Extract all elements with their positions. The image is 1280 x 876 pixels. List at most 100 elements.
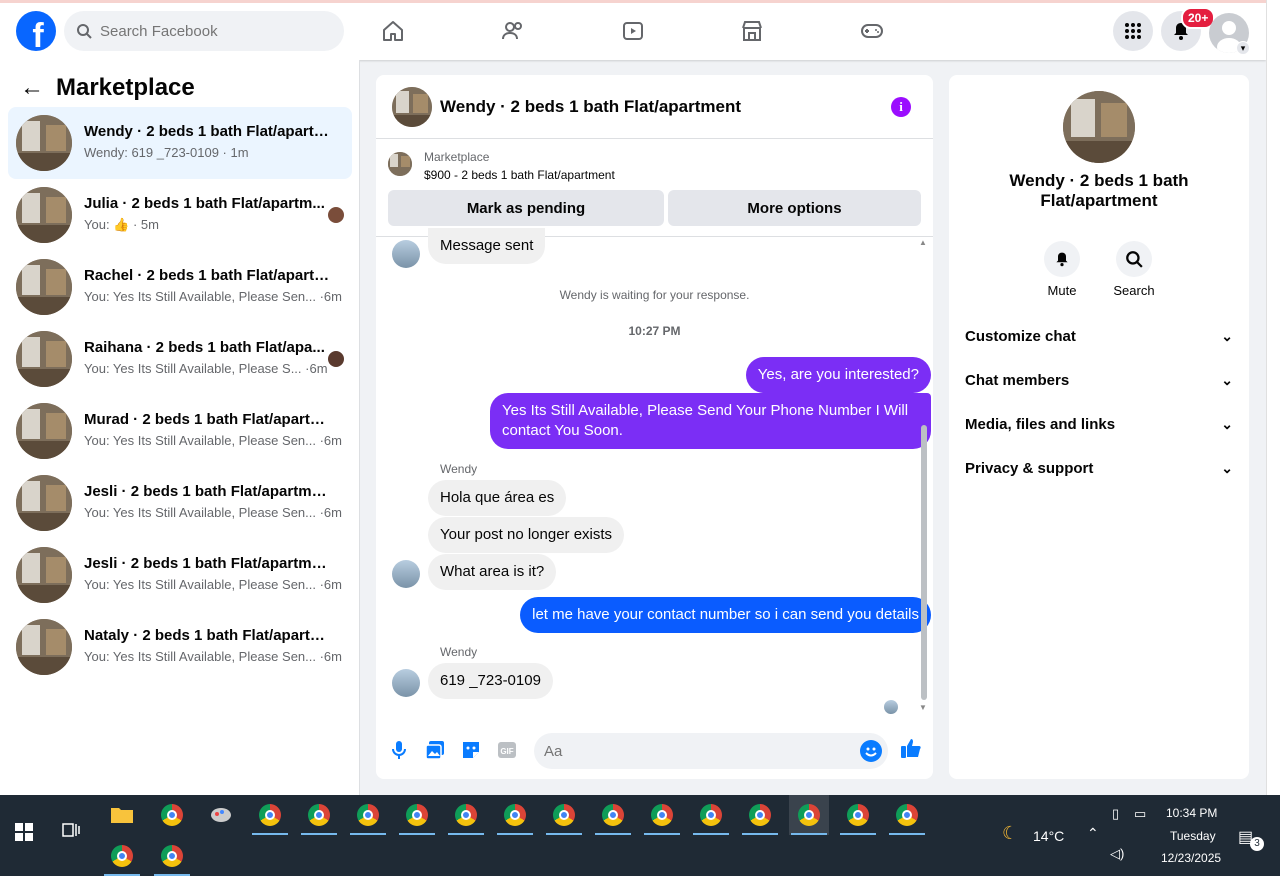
- conversation-preview: You: Yes Its Still Available, Please S..…: [84, 361, 328, 376]
- chat-members-row[interactable]: Chat members ⌄: [957, 358, 1241, 402]
- scroll-thumb[interactable]: [921, 425, 927, 700]
- file-explorer-icon[interactable]: [102, 795, 142, 835]
- video-icon[interactable]: [619, 17, 647, 45]
- temperature[interactable]: 14°C: [1033, 828, 1064, 844]
- back-arrow-icon[interactable]: ←: [20, 74, 56, 102]
- conversation-preview: Wendy: 619 _723-0109 · 1m: [84, 145, 249, 160]
- network-icon[interactable]: ▭: [1134, 806, 1146, 822]
- clock-time[interactable]: 10:34 PM: [1166, 806, 1217, 820]
- paint-icon[interactable]: [201, 795, 241, 835]
- photo-icon[interactable]: [424, 739, 446, 761]
- sender-name: Wendy: [440, 462, 478, 476]
- marketplace-icon[interactable]: [738, 17, 766, 45]
- chrome-profile-icon[interactable]: [102, 836, 142, 876]
- emoji-icon[interactable]: [860, 740, 882, 762]
- chrome-profile-icon[interactable]: [152, 836, 192, 876]
- conversation-item[interactable]: Julia · 2 beds 1 bath Flat/apartm... You…: [8, 179, 352, 251]
- marketplace-inbox-sidebar: ← Marketplace Wendy · 2 beds 1 bath Flat…: [0, 60, 360, 795]
- grid-icon: [1125, 23, 1141, 39]
- message-input[interactable]: [534, 733, 888, 769]
- volume-icon[interactable]: ◁): [1110, 846, 1124, 862]
- chrome-icon[interactable]: [152, 795, 192, 835]
- chrome-profile-icon[interactable]: [691, 795, 731, 835]
- chevron-up-icon[interactable]: ⌃: [1087, 825, 1099, 842]
- conversation-preview: You: 👍 · 5m: [84, 217, 159, 232]
- facebook-logo-letter: f: [32, 17, 44, 51]
- more-options-button[interactable]: More options: [668, 190, 921, 226]
- conversation-item[interactable]: Jesli · 2 beds 1 bath Flat/apartment You…: [8, 539, 352, 611]
- friends-icon[interactable]: [499, 17, 527, 45]
- search-box[interactable]: [64, 11, 344, 51]
- facebook-logo[interactable]: f: [16, 11, 56, 51]
- menu-grid-button[interactable]: [1113, 11, 1153, 51]
- clock-date[interactable]: 12/23/2025: [1161, 851, 1221, 865]
- conversation-item[interactable]: Rachel · 2 beds 1 bath Flat/apartm... Yo…: [8, 251, 352, 323]
- search-in-chat-button[interactable]: Search: [1104, 241, 1164, 298]
- device-icon[interactable]: ▯: [1112, 806, 1119, 822]
- chat-title: Wendy · 2 beds 1 bath Flat/apartment: [440, 96, 742, 116]
- chrome-profile-icon[interactable]: [740, 795, 780, 835]
- chevron-down-icon: ⌄: [1221, 415, 1233, 432]
- media-files-links-row[interactable]: Media, files and links ⌄: [957, 402, 1241, 446]
- home-icon[interactable]: [379, 17, 407, 45]
- microphone-icon[interactable]: [388, 739, 410, 761]
- conversation-item[interactable]: Jesli · 2 beds 1 bath Flat/apartment You…: [8, 467, 352, 539]
- search-label: Search: [1113, 283, 1155, 298]
- scroll-down-icon[interactable]: ▼: [919, 703, 927, 712]
- task-view-icon[interactable]: [62, 821, 80, 839]
- search-input[interactable]: [100, 22, 320, 40]
- sticker-icon[interactable]: [460, 739, 482, 761]
- conversation-title: Murad · 2 beds 1 bath Flat/apartm...: [84, 411, 332, 428]
- conversation-item[interactable]: Wendy · 2 beds 1 bath Flat/apartm... Wen…: [8, 107, 352, 179]
- info-icon[interactable]: i: [891, 97, 911, 117]
- gaming-icon[interactable]: [858, 17, 886, 45]
- conversation-item[interactable]: Raihana · 2 beds 1 bath Flat/apa... You:…: [8, 323, 352, 395]
- thumbs-up-icon[interactable]: [900, 737, 922, 759]
- details-title: Wendy · 2 beds 1 bath Flat/apartment: [1009, 171, 1189, 210]
- chrome-profile-icon[interactable]: [250, 795, 290, 835]
- scroll-up-icon[interactable]: ▲: [919, 238, 927, 247]
- chat-scrollbar[interactable]: ▲ ▼: [918, 238, 930, 715]
- message-bubble-incoming: Message sent: [428, 228, 546, 264]
- privacy-support-row[interactable]: Privacy & support ⌄: [957, 446, 1241, 490]
- notification-count-badge: 3: [1250, 837, 1264, 851]
- customize-chat-row[interactable]: Customize chat ⌄: [957, 314, 1241, 358]
- listing-thumbnail: [16, 475, 72, 531]
- chevron-down-icon[interactable]: ▾: [1236, 41, 1250, 55]
- listing-thumbnail: [16, 115, 72, 171]
- listing-price[interactable]: $900 - 2 beds 1 bath Flat/apartment: [424, 168, 615, 182]
- chrome-profile-icon[interactable]: [495, 795, 535, 835]
- row-label: Privacy & support: [965, 459, 1094, 477]
- conversation-item[interactable]: Nataly · 2 beds 1 bath Flat/apartm... Yo…: [8, 611, 352, 683]
- chrome-profile-icon[interactable]: [887, 795, 927, 835]
- clock-day[interactable]: Tuesday: [1170, 829, 1216, 843]
- conversation-title: Raihana · 2 beds 1 bath Flat/apa...: [84, 339, 325, 356]
- conversation-item[interactable]: Murad · 2 beds 1 bath Flat/apartm... You…: [8, 395, 352, 467]
- chrome-profile-icon[interactable]: [544, 795, 584, 835]
- page-scrollbar[interactable]: [1266, 0, 1280, 795]
- sidebar-title: Marketplace: [56, 74, 195, 101]
- message-composer: GIF: [376, 723, 933, 779]
- chrome-profile-icon[interactable]: [642, 795, 682, 835]
- gif-icon[interactable]: GIF: [496, 739, 518, 761]
- mute-button[interactable]: Mute: [1032, 241, 1092, 298]
- windows-start-icon[interactable]: [15, 823, 33, 841]
- mark-as-pending-button[interactable]: Mark as pending: [388, 190, 664, 226]
- chrome-profile-icon[interactable]: [299, 795, 339, 835]
- search-icon: [1126, 251, 1143, 268]
- chrome-profile-icon[interactable]: [838, 795, 878, 835]
- message-bubble-incoming: What area is it?: [428, 554, 557, 590]
- chrome-profile-icon[interactable]: [593, 795, 633, 835]
- message-bubble-outgoing: Yes, are you interested?: [745, 357, 931, 393]
- notifications-button[interactable]: 20+: [1161, 7, 1216, 51]
- chrome-profile-icon[interactable]: [348, 795, 388, 835]
- sender-name: Wendy: [440, 645, 478, 659]
- chrome-profile-icon[interactable]: [446, 795, 486, 835]
- chat-details-panel: Wendy · 2 beds 1 bath Flat/apartment Mut…: [949, 75, 1249, 779]
- listing-thumbnail: [1063, 91, 1135, 163]
- chrome-profile-icon[interactable]: [397, 795, 437, 835]
- listing-thumbnail: [16, 259, 72, 315]
- chrome-profile-icon-active[interactable]: [789, 795, 829, 835]
- row-label: Media, files and links: [965, 415, 1116, 433]
- conversation-preview: You: Yes Its Still Available, Please Sen…: [84, 289, 342, 304]
